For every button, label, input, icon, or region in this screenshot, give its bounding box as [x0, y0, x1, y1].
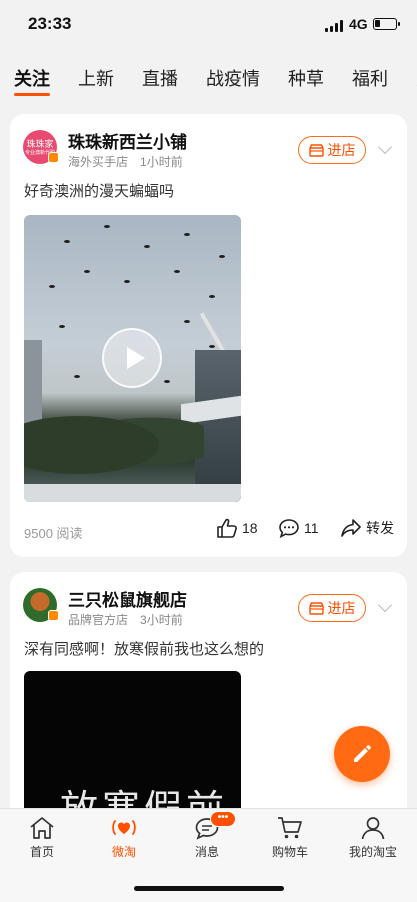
nav-messages-label: 消息 [194, 845, 219, 859]
status-bar: 23:33 4G [0, 0, 417, 50]
home-icon [30, 817, 54, 839]
tab-recommend[interactable]: 种草 [274, 58, 338, 98]
shop-name[interactable]: 三只松鼠旗舰店 [68, 586, 187, 611]
nav-cart[interactable]: 购物车 [255, 815, 325, 860]
shop-type: 海外买手店 [68, 155, 129, 169]
like-count: 18 [242, 520, 258, 536]
nav-weitao-label: 微淘 [111, 845, 136, 859]
enter-shop-button[interactable]: 进店 [298, 594, 366, 622]
thumbs-up-icon [217, 518, 237, 538]
tab-epidemic[interactable]: 战疫情 [192, 58, 274, 98]
store-icon [308, 143, 324, 157]
weitao-icon [112, 820, 136, 835]
like-button[interactable]: 18 [216, 518, 258, 538]
nav-weitao[interactable]: 微淘 [89, 815, 159, 860]
post-card[interactable]: 珠珠家 专业澳新代购 珠珠新西兰小铺 海外买手店 1小时前 进店 好奇澳洲的漫天… [10, 114, 407, 557]
cart-icon [278, 817, 302, 839]
shop-badge-icon [48, 152, 59, 163]
feed-tabs: 关注 上新 直播 战疫情 种草 福利 美 [0, 58, 417, 104]
enter-shop-button[interactable]: 进店 [298, 136, 366, 164]
message-badge: ••• [210, 811, 236, 827]
nav-profile-label: 我的淘宝 [348, 845, 397, 859]
comment-icon [279, 519, 299, 538]
enter-shop-label: 进店 [327, 600, 356, 616]
signal-icon [325, 20, 343, 32]
share-label: 转发 [366, 520, 394, 536]
profile-icon [361, 817, 385, 840]
share-button[interactable]: 转发 [340, 518, 394, 538]
tab-welfare[interactable]: 福利 [338, 58, 402, 98]
enter-shop-label: 进店 [327, 142, 356, 158]
post-text: 好奇澳洲的漫天蝙蝠吗 [24, 183, 175, 200]
status-time: 23:33 [28, 14, 72, 33]
share-icon [341, 519, 361, 537]
read-count: 9500 阅读 [24, 526, 83, 541]
post-time: 3小时前 [140, 613, 183, 627]
tab-beauty[interactable]: 美 [402, 58, 417, 98]
nav-messages[interactable]: ••• 消息 [172, 811, 242, 860]
nav-cart-label: 购物车 [271, 845, 308, 859]
tab-follow[interactable]: 关注 [0, 58, 64, 98]
shop-name[interactable]: 珠珠新西兰小铺 [68, 128, 187, 153]
compose-button[interactable] [334, 726, 390, 782]
shop-meta: 品牌官方店 3小时前 [68, 611, 183, 628]
pencil-icon [354, 745, 371, 762]
network-type: 4G [349, 16, 368, 32]
home-indicator [134, 886, 284, 891]
nav-home[interactable]: 首页 [7, 815, 77, 860]
nav-home-label: 首页 [29, 845, 54, 859]
chevron-down-icon[interactable] [377, 139, 393, 155]
play-icon[interactable] [102, 328, 162, 388]
comment-button[interactable]: 11 [278, 518, 319, 538]
comment-count: 11 [304, 520, 319, 536]
nav-profile[interactable]: 我的淘宝 [338, 815, 408, 860]
shop-type: 品牌官方店 [68, 613, 129, 627]
shop-badge-icon [48, 610, 59, 621]
battery-icon [373, 18, 400, 30]
avatar-text: 珠珠家 [26, 138, 54, 149]
tab-live[interactable]: 直播 [128, 58, 192, 98]
tab-new[interactable]: 上新 [64, 58, 128, 98]
post-text: 深有同感啊！放寒假前我也这么想的 [24, 641, 265, 658]
store-icon [308, 601, 324, 615]
post-video[interactable] [24, 215, 241, 502]
post-time: 1小时前 [140, 155, 183, 169]
chevron-down-icon[interactable] [377, 597, 393, 613]
shop-meta: 海外买手店 1小时前 [68, 153, 183, 170]
